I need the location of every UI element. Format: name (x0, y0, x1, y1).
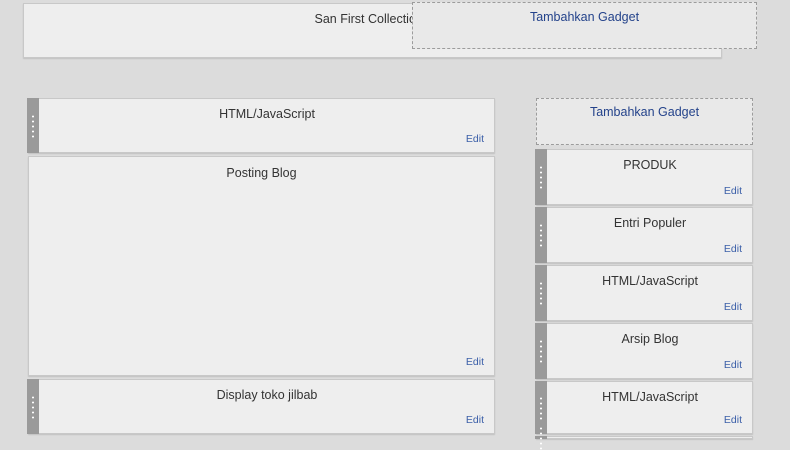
drag-handle-icon[interactable] (535, 265, 547, 321)
sidebar-gadget-entri-populer: Entri Populer Edit (535, 207, 753, 263)
drag-handle-icon[interactable] (535, 207, 547, 263)
drag-handle-icon[interactable] (27, 98, 39, 153)
drag-handle-icon[interactable] (27, 379, 39, 434)
drag-handle-icon[interactable] (535, 323, 547, 379)
gadget-title: HTML/JavaScript (219, 107, 315, 121)
header-add-gadget-box[interactable]: Tambahkan Gadget (412, 2, 757, 49)
gadget-title: HTML/JavaScript (602, 390, 698, 404)
edit-link[interactable]: Edit (724, 185, 742, 197)
sidebar-add-gadget-box[interactable]: Tambahkan Gadget (536, 98, 753, 145)
drag-handle-icon[interactable] (535, 149, 547, 205)
sidebar-gadget-html-javascript-2: HTML/JavaScript Edit (535, 381, 753, 434)
add-gadget-link[interactable]: Tambahkan Gadget (413, 10, 756, 24)
edit-link[interactable]: Edit (466, 133, 484, 145)
gadget-title: Display toko jilbab (216, 388, 318, 402)
gadget-title: Posting Blog (226, 166, 297, 180)
edit-link[interactable]: Edit (724, 301, 742, 313)
add-gadget-link[interactable]: Tambahkan Gadget (537, 105, 752, 119)
edit-link[interactable]: Edit (466, 356, 484, 368)
main-gadget-posting-blog: Posting Blog Edit (28, 156, 495, 376)
main-gadget-display-toko-jilbab: Display toko jilbab Edit (27, 379, 495, 434)
gadget-title: Entri Populer (613, 216, 687, 230)
gadget-title: PRODUK (623, 158, 677, 172)
edit-link[interactable]: Edit (724, 243, 742, 255)
gadget-title: HTML/JavaScript (602, 274, 698, 288)
main-gadget-html-javascript: HTML/JavaScript Edit (27, 98, 495, 153)
sidebar-gadget-html-javascript: HTML/JavaScript Edit (535, 265, 753, 321)
edit-link[interactable]: Edit (724, 414, 742, 426)
gadget-title: Arsip Blog (621, 332, 679, 346)
sidebar-gadget-arsip-blog: Arsip Blog Edit (535, 323, 753, 379)
sidebar-gadget-produk: PRODUK Edit (535, 149, 753, 205)
edit-link[interactable]: Edit (466, 414, 484, 426)
edit-link[interactable]: Edit (724, 359, 742, 371)
